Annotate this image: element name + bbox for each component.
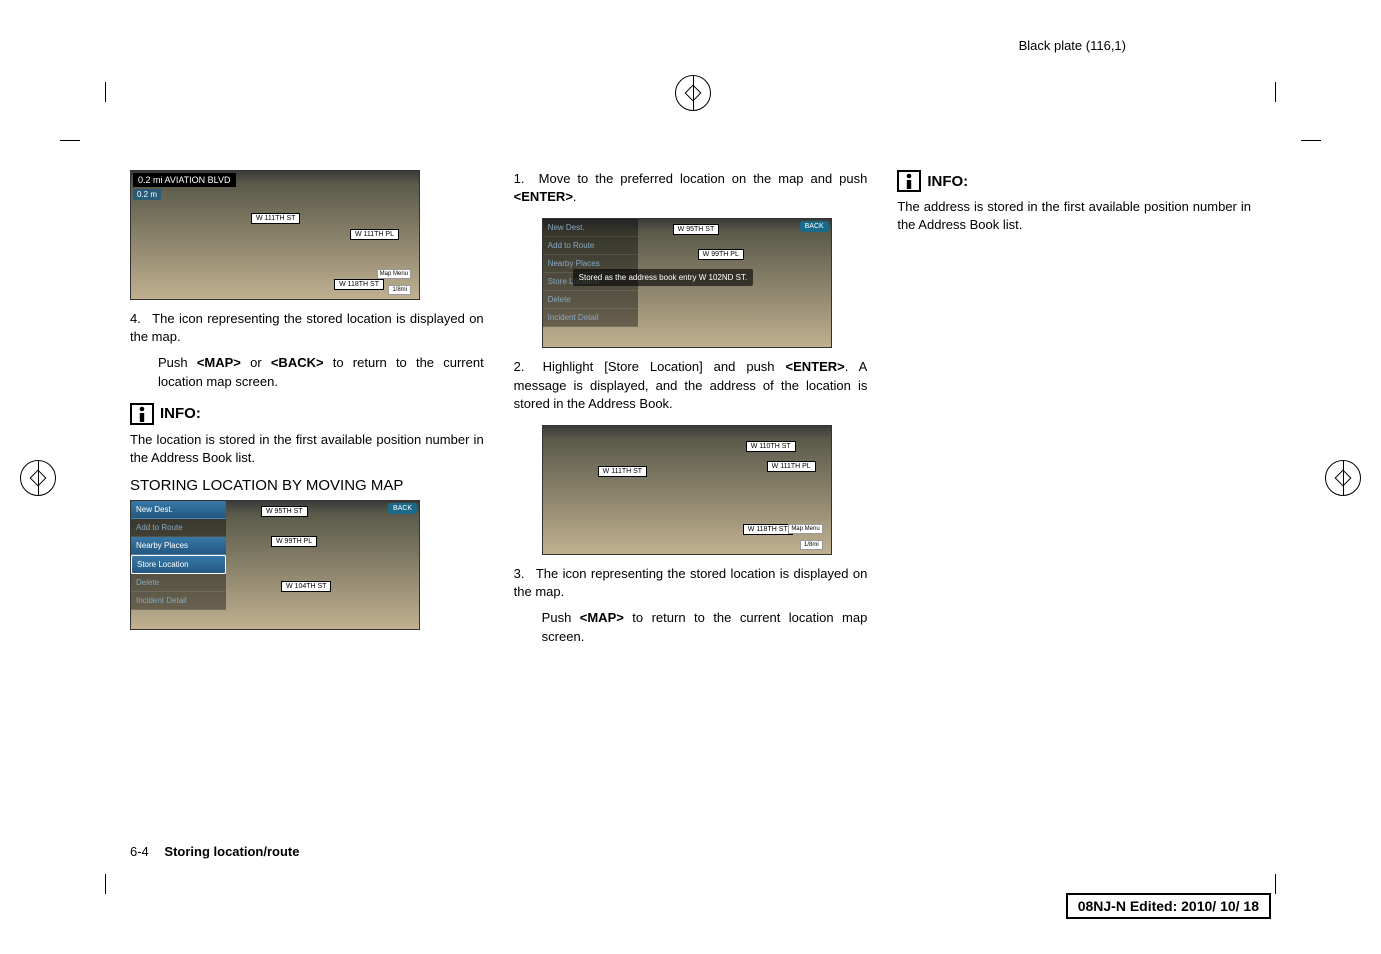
step-number: 1. bbox=[514, 170, 532, 188]
menu-delete: Delete bbox=[131, 574, 226, 592]
info-icon bbox=[897, 170, 921, 192]
step-4: 4. The icon representing the stored loca… bbox=[130, 310, 484, 391]
step-text: Move to the preferred location on the ma… bbox=[539, 171, 868, 186]
step-3: 3. The icon representing the stored loca… bbox=[514, 565, 868, 646]
crop-tick bbox=[1301, 140, 1321, 141]
map-screenshot-4: W 110TH ST W 111TH ST W 111TH PL W 118TH… bbox=[542, 425, 832, 555]
map-screenshot-1: 0.2 mi AVIATION BLVD 0.2 m W 111TH ST W … bbox=[130, 170, 420, 300]
street-label: W 118TH ST bbox=[743, 524, 793, 535]
button-ref-enter: <ENTER> bbox=[786, 359, 845, 374]
crop-mark-left bbox=[20, 460, 56, 496]
step-number: 2. bbox=[514, 358, 532, 376]
crop-tick bbox=[105, 874, 106, 894]
step-number: 3. bbox=[514, 565, 532, 583]
step-text: Push bbox=[542, 610, 580, 625]
map-context-menu: New Dest. Add to Route Nearby Places Sto… bbox=[131, 501, 226, 610]
street-label: W 111TH PL bbox=[767, 461, 816, 472]
crop-tick bbox=[1275, 82, 1276, 102]
street-label: W 99TH PL bbox=[698, 249, 744, 260]
street-label: W 111TH PL bbox=[350, 229, 399, 240]
menu-new-dest: New Dest. bbox=[543, 219, 638, 237]
info-block: INFO: bbox=[897, 170, 1251, 192]
map-scale: 1/8mi bbox=[388, 285, 411, 295]
street-label: W 110TH ST bbox=[746, 441, 796, 452]
crop-mark-right bbox=[1325, 460, 1361, 496]
map-screenshot-2: New Dest. Add to Route Nearby Places Sto… bbox=[130, 500, 420, 630]
crop-tick bbox=[1275, 874, 1276, 894]
street-label: W 111TH ST bbox=[251, 213, 300, 224]
button-ref-map: <MAP> bbox=[197, 355, 241, 370]
step-number: 4. bbox=[130, 310, 148, 328]
crop-tick bbox=[105, 82, 106, 102]
step-text: The icon representing the stored locatio… bbox=[514, 566, 868, 599]
section-title: Storing location/route bbox=[164, 844, 299, 859]
column-1: 0.2 mi AVIATION BLVD 0.2 m W 111TH ST W … bbox=[130, 170, 484, 658]
toast-message: Stored as the address book entry W 102ND… bbox=[573, 269, 754, 286]
menu-add-route: Add to Route bbox=[543, 237, 638, 255]
map-header: 0.2 mi AVIATION BLVD bbox=[133, 173, 236, 187]
button-ref-back: <BACK> bbox=[271, 355, 324, 370]
menu-new-dest: New Dest. bbox=[131, 501, 226, 519]
section-heading: STORING LOCATION BY MOVING MAP bbox=[130, 477, 484, 494]
street-label: W 95TH ST bbox=[261, 506, 308, 517]
street-label: W 118TH ST bbox=[334, 279, 384, 290]
edition-stamp: 08NJ-N Edited: 2010/ 10/ 18 bbox=[1066, 893, 1271, 919]
info-label: INFO: bbox=[927, 173, 968, 190]
info-label: INFO: bbox=[160, 405, 201, 422]
page-number: 6-4 bbox=[130, 844, 149, 859]
map-distance: 0.2 m bbox=[133, 189, 161, 200]
street-label: W 111TH ST bbox=[598, 466, 647, 477]
info-icon bbox=[130, 403, 154, 425]
info-text: The address is stored in the first avail… bbox=[897, 198, 1251, 234]
step-text: The icon representing the stored locatio… bbox=[130, 311, 484, 344]
back-button: BACK bbox=[388, 503, 417, 514]
step-text: or bbox=[241, 355, 271, 370]
menu-incident: Incident Detail bbox=[131, 592, 226, 610]
footer-left: 6-4 Storing location/route bbox=[130, 844, 299, 859]
street-label: W 95TH ST bbox=[673, 224, 720, 235]
map-scale: 1/8mi bbox=[800, 540, 823, 550]
map-screenshot-3: New Dest. Add to Route Nearby Places Sto… bbox=[542, 218, 832, 348]
info-text: The location is stored in the first avai… bbox=[130, 431, 484, 467]
back-button: BACK bbox=[800, 221, 829, 232]
step-2: 2. Highlight [Store Location] and push <… bbox=[514, 358, 868, 413]
step-text: Push bbox=[158, 355, 197, 370]
black-plate-label: Black plate (116,1) bbox=[1019, 38, 1126, 53]
button-ref-enter: <ENTER> bbox=[514, 189, 573, 204]
step-text: Highlight [Store Location] and push bbox=[543, 359, 786, 374]
map-menu-button: Map Menu bbox=[788, 524, 822, 534]
menu-nearby: Nearby Places bbox=[131, 537, 226, 555]
menu-store-location: Store Location bbox=[131, 555, 226, 574]
street-label: W 99TH PL bbox=[271, 536, 317, 547]
menu-delete: Delete bbox=[543, 291, 638, 309]
menu-incident: Incident Detail bbox=[543, 309, 638, 327]
crop-tick bbox=[60, 140, 80, 141]
street-label: W 104TH ST bbox=[281, 581, 331, 592]
map-menu-button: Map Menu bbox=[377, 269, 411, 279]
info-block: INFO: bbox=[130, 403, 484, 425]
column-2: 1. Move to the preferred location on the… bbox=[514, 170, 868, 658]
step-text: . bbox=[573, 189, 577, 204]
button-ref-map: <MAP> bbox=[580, 610, 624, 625]
step-1: 1. Move to the preferred location on the… bbox=[514, 170, 868, 206]
column-3: INFO: The address is stored in the first… bbox=[897, 170, 1251, 658]
menu-add-route: Add to Route bbox=[131, 519, 226, 537]
